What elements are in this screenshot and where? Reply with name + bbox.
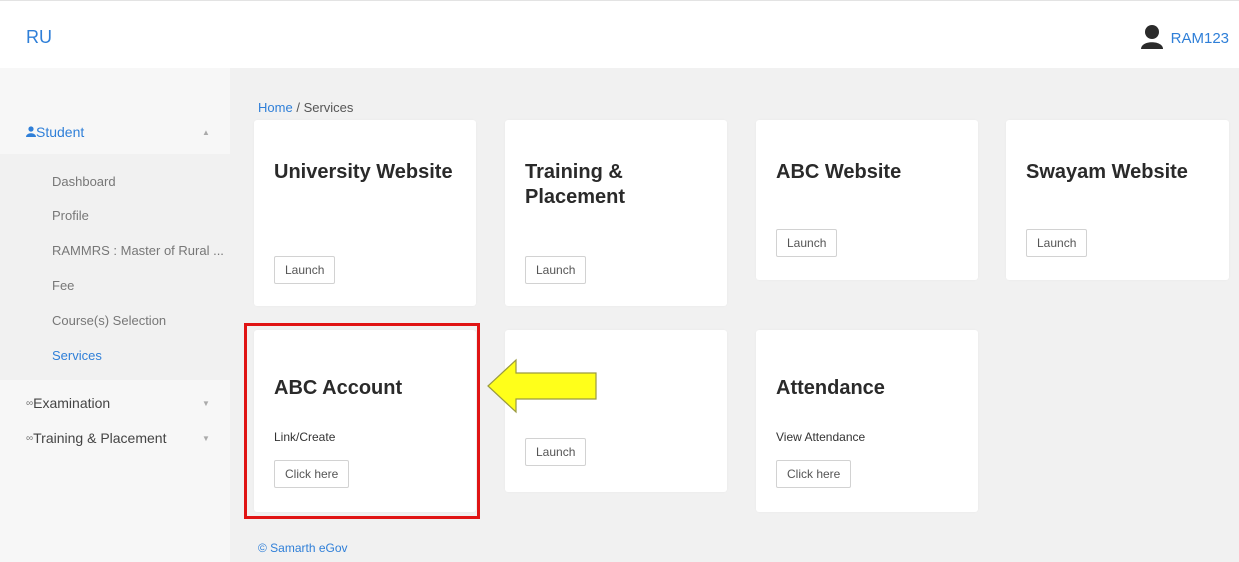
click-here-button[interactable]: Click here <box>776 460 852 488</box>
card-abc-website: ABC Website Launch <box>756 120 978 280</box>
breadcrumb-current: Services <box>303 100 354 115</box>
sidebar-item-course-selection[interactable]: Course(s) Selection <box>52 313 166 328</box>
card-title: University Website <box>274 161 453 183</box>
footer-copyright[interactable]: © Samarth eGov <box>258 541 348 555</box>
launch-button[interactable]: Launch <box>776 229 838 257</box>
top-bar: RU RAM123 <box>0 0 1239 68</box>
launch-button[interactable]: Launch <box>1026 229 1088 257</box>
person-icon <box>26 124 36 140</box>
launch-button[interactable]: Launch <box>525 256 587 284</box>
user-menu[interactable]: RAM123 <box>1139 23 1229 54</box>
sidebar-item-fee[interactable]: Fee <box>52 278 74 293</box>
student-submenu: Dashboard Profile RAMMRS : Master of Rur… <box>0 154 230 380</box>
sidebar-item-dashboard[interactable]: Dashboard <box>52 174 116 189</box>
card-title: Swayam Website <box>1026 161 1188 183</box>
card-subtitle: View Attendance <box>776 430 866 444</box>
card-university-website: University Website Launch <box>254 120 476 306</box>
group-icon: ∞ <box>26 397 34 409</box>
card-attendance: Attendance View Attendance Click here <box>756 330 978 512</box>
group-icon: ∞ <box>26 432 34 444</box>
sidebar-item-services[interactable]: Services <box>52 348 102 363</box>
arrow-left-icon <box>487 358 597 414</box>
card-training-placement: Training & Placement Launch <box>505 120 727 306</box>
launch-button[interactable]: Launch <box>274 256 336 284</box>
sidebar-section-label: Examination <box>33 395 111 411</box>
username: RAM123 <box>1170 30 1229 47</box>
card-title: ABC Website <box>776 161 902 183</box>
card-title: Attendance <box>776 377 885 399</box>
chevron-down-icon: ▼ <box>202 398 210 408</box>
sidebar-section-label: Student <box>36 124 85 140</box>
card-swayam-website: Swayam Website Launch <box>1006 120 1229 280</box>
launch-button[interactable]: Launch <box>525 438 587 466</box>
breadcrumb-separator: / <box>296 100 300 115</box>
card-title: Training & Placement <box>525 161 626 208</box>
sidebar-item-program[interactable]: RAMMRS : Master of Rural ... <box>52 243 224 258</box>
chevron-up-icon: ▲ <box>202 127 210 137</box>
sidebar-item-profile[interactable]: Profile <box>52 208 89 223</box>
sidebar-section-training-placement[interactable]: ∞ Training & Placement ▼ <box>26 430 210 446</box>
brand-logo[interactable]: RU <box>26 27 52 48</box>
breadcrumb-home[interactable]: Home <box>258 100 293 115</box>
user-avatar-icon <box>1139 23 1165 54</box>
breadcrumb: Home / Services <box>258 100 353 115</box>
sidebar: Dashboard Profile RAMMRS : Master of Rur… <box>0 68 230 562</box>
sidebar-section-student[interactable]: Student ▲ <box>26 124 210 140</box>
highlight-box <box>244 323 480 519</box>
chevron-down-icon: ▼ <box>202 433 210 443</box>
sidebar-section-examination[interactable]: ∞ Examination ▼ <box>26 395 210 411</box>
sidebar-section-label: Training & Placement <box>33 430 167 446</box>
